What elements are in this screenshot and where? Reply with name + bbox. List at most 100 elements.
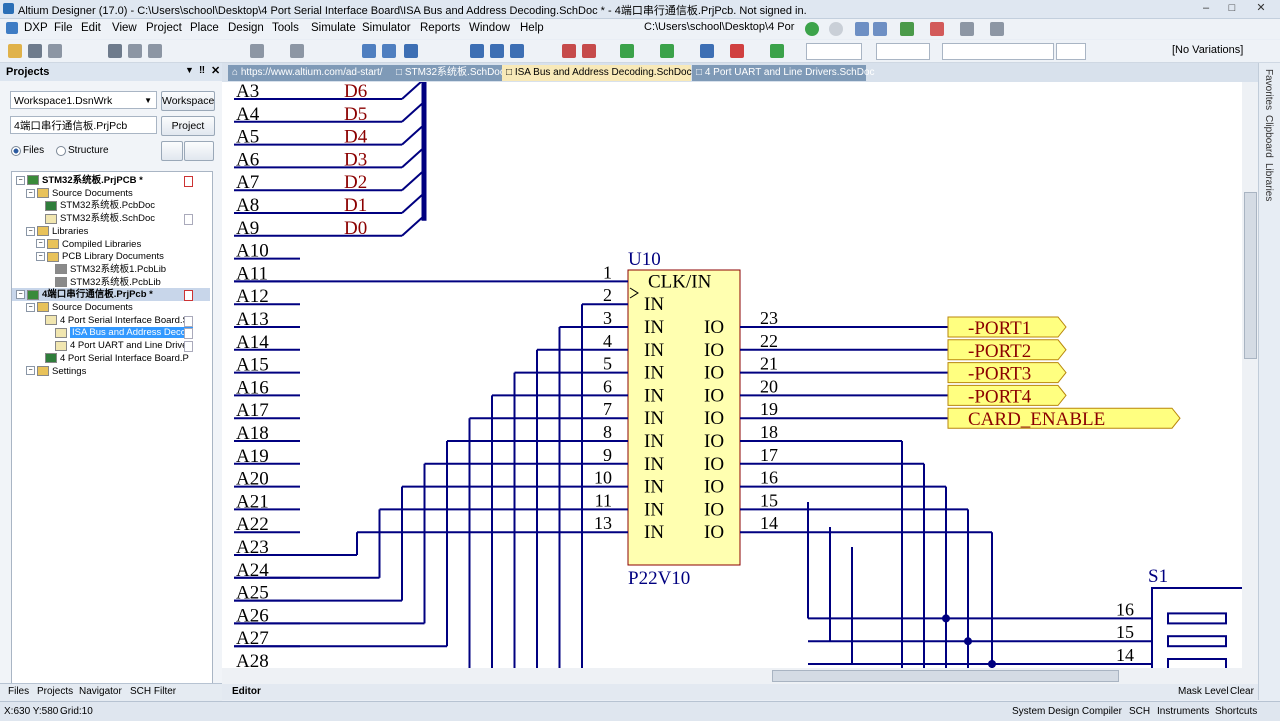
tree-expander-icon[interactable]: − (36, 252, 45, 261)
tree-item[interactable]: ISA Bus and Address Decod (12, 326, 210, 339)
project-tree[interactable]: −STM32系统板.PrjPCB *−Source DocumentsSTM32… (11, 171, 213, 701)
menu-window[interactable]: Window (469, 22, 510, 34)
place-bus-icon[interactable] (490, 44, 504, 58)
tree-item[interactable]: −PCB Library Documents (12, 250, 210, 263)
panel-menu-icon[interactable]: ▼ (185, 65, 194, 75)
zoom-fit-icon[interactable] (128, 44, 142, 58)
tree-expander-icon[interactable]: − (26, 366, 35, 375)
tree-expander-icon[interactable]: − (26, 189, 35, 198)
no-erc-icon[interactable] (730, 44, 744, 58)
tree-item[interactable]: STM32系统板1.PcbLib (12, 263, 210, 276)
maximize-icon[interactable]: □ (1219, 0, 1245, 17)
menu-tools[interactable]: Tools (272, 22, 299, 34)
tree-expander-icon[interactable] (36, 215, 43, 222)
place-ground-icon[interactable] (562, 44, 576, 58)
tree-item[interactable]: 4 Port UART and Line Driver (12, 339, 210, 352)
toolbar-combo-1[interactable] (806, 43, 862, 60)
project-options-icon[interactable] (184, 141, 214, 161)
tree-expander-icon[interactable] (46, 329, 53, 336)
tree-expander-icon[interactable] (36, 202, 43, 209)
status-design-compiler-button[interactable]: Design Compiler (1048, 706, 1122, 717)
tree-expander-icon[interactable] (46, 342, 53, 349)
place-part-icon[interactable] (620, 44, 634, 58)
tree-expander-icon[interactable] (36, 317, 43, 324)
tree-expander-icon[interactable]: − (26, 227, 35, 236)
panel-close-icon[interactable]: ✕ (211, 64, 220, 77)
open-icon[interactable] (8, 44, 22, 58)
stop-icon[interactable] (829, 22, 843, 36)
tab-navigator[interactable]: Navigator (79, 686, 122, 697)
status-instruments-button[interactable]: Instruments (1157, 706, 1209, 717)
menu-file[interactable]: File (54, 22, 73, 34)
toolbar-combo-3[interactable] (942, 43, 1054, 60)
close-icon[interactable]: ✕ (1245, 0, 1277, 17)
tree-expander-icon[interactable]: − (36, 239, 45, 248)
layer-icon[interactable] (930, 22, 944, 36)
vertical-scrollbar[interactable] (1242, 82, 1258, 668)
workspace-button[interactable]: Workspace (161, 91, 215, 111)
tree-expander-icon[interactable] (36, 355, 43, 362)
libraries-tab[interactable]: Libraries (1263, 163, 1274, 201)
status-shortcuts-button[interactable]: Shortcuts (1215, 706, 1257, 717)
redo-icon[interactable] (382, 44, 396, 58)
tree-item[interactable]: STM32系统板.SchDoc (12, 212, 210, 225)
menu-simulator[interactable]: Simulator (362, 22, 411, 34)
tree-item[interactable]: 4 Port Serial Interface Board.P (12, 352, 210, 365)
menu-dxp[interactable]: DXP (24, 22, 48, 34)
menu-view[interactable]: View (112, 22, 137, 34)
tree-expander-icon[interactable] (46, 279, 53, 286)
minimize-icon[interactable]: – (1193, 0, 1219, 17)
tab-uart-schdoc[interactable]: □ 4 Port UART and Line Drivers.SchDoc (692, 65, 866, 81)
panel-pin-icon[interactable]: ‼ (199, 65, 205, 76)
undo-icon[interactable] (362, 44, 376, 58)
select-icon[interactable] (250, 44, 264, 58)
status-sch-button[interactable]: SCH (1129, 706, 1150, 717)
workspace-select[interactable]: Workspace1.DsnWrk ▼ (10, 91, 157, 109)
tree-item[interactable]: −Source Documents (12, 187, 210, 200)
files-radio[interactable] (11, 146, 21, 156)
tab-projects[interactable]: Projects (37, 686, 73, 697)
save-icon[interactable] (28, 44, 42, 58)
refresh-icon[interactable] (873, 22, 887, 36)
menu-place[interactable]: Place (190, 22, 219, 34)
toolbar-combo-2[interactable] (876, 43, 930, 60)
toolbar-combo-4[interactable] (1056, 43, 1086, 60)
status-system-button[interactable]: System (1012, 706, 1045, 717)
tree-expander-icon[interactable]: − (16, 176, 25, 185)
menu-design[interactable]: Design (228, 22, 264, 34)
structure-radio[interactable] (56, 146, 66, 156)
scroll-thumb[interactable] (1244, 192, 1257, 359)
tab-stm32-schdoc[interactable]: □ STM32系统板.SchDoc (392, 65, 502, 81)
zoom-icon[interactable] (108, 44, 122, 58)
menu-project[interactable]: Project (146, 22, 182, 34)
tab-files[interactable]: Files (8, 686, 29, 697)
zoom-area-icon[interactable] (148, 44, 162, 58)
align-icon[interactable] (960, 22, 974, 36)
place-power-icon[interactable] (582, 44, 596, 58)
project-button[interactable]: Project (161, 116, 215, 136)
place-net-label-icon[interactable] (510, 44, 524, 58)
cross-probe-icon[interactable] (404, 44, 418, 58)
horizontal-scrollbar[interactable] (222, 668, 1258, 684)
menu-simulate[interactable]: Simulate (311, 22, 356, 34)
place-port-icon[interactable] (700, 44, 714, 58)
tree-item[interactable]: −STM32系统板.PrjPCB * (12, 174, 210, 187)
place-wire-icon[interactable] (470, 44, 484, 58)
scroll-thumb[interactable] (772, 670, 1119, 682)
move-icon[interactable] (290, 44, 304, 58)
clear-button[interactable]: Clear (1230, 686, 1254, 697)
clipboard-tab[interactable]: Clipboard (1263, 115, 1274, 158)
tree-item[interactable]: STM32系统板.PcbDoc (12, 199, 210, 212)
menu-reports[interactable]: Reports (420, 22, 460, 34)
document-path-field[interactable]: C:\Users\school\Desktop\4 Por (644, 21, 800, 37)
place-sheet-icon[interactable] (660, 44, 674, 58)
editor-tab[interactable]: Editor (232, 686, 261, 697)
pcb-view-icon[interactable] (900, 22, 914, 36)
draw-icon[interactable] (770, 44, 784, 58)
tab-isa-bus-schdoc[interactable]: □ ISA Bus and Address Decoding.SchDoc * (502, 65, 691, 81)
favorites-tab[interactable]: Favorites (1263, 69, 1274, 110)
tree-item[interactable]: −Compiled Libraries (12, 238, 210, 251)
mask-level-button[interactable]: Mask Level (1178, 686, 1229, 697)
tab-start-page[interactable]: ⌂ https://www.altium.com/ad-start/ (228, 65, 392, 81)
tab-sch-filter[interactable]: SCH Filter (130, 686, 176, 697)
